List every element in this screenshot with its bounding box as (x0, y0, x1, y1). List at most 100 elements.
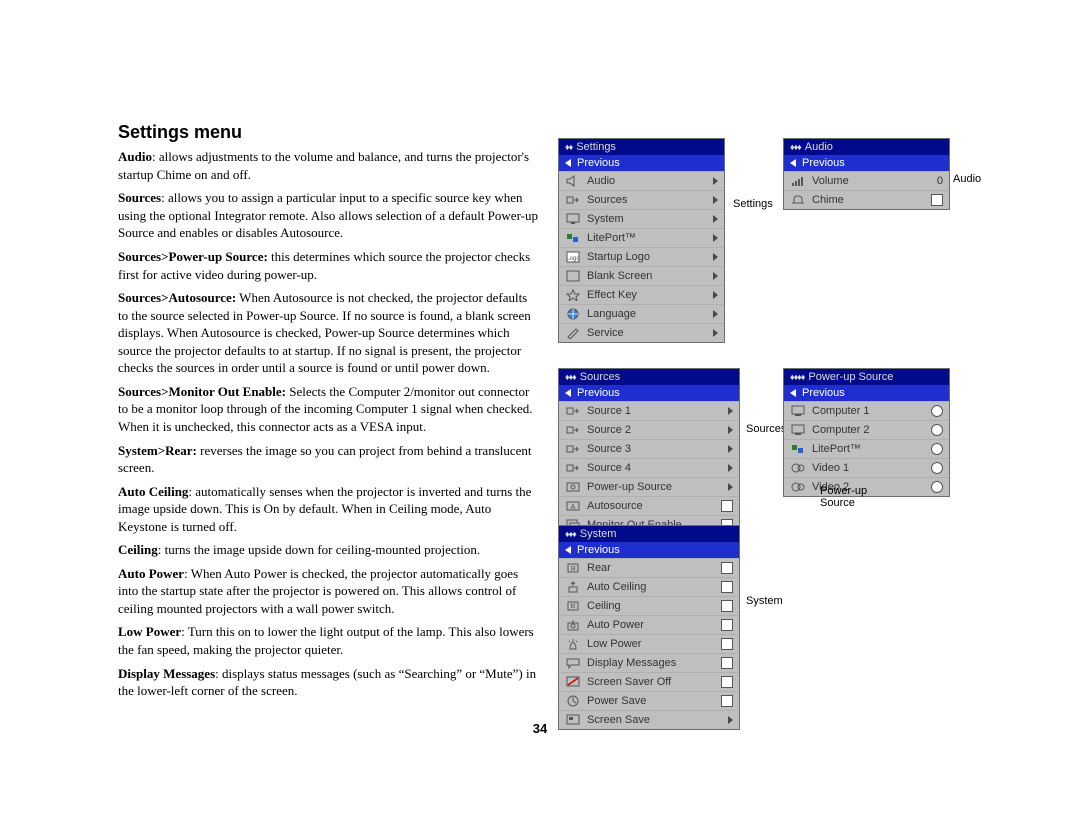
src-icon (565, 461, 581, 475)
menu-item-label: Language (587, 308, 707, 320)
checkbox-icon[interactable] (931, 194, 943, 206)
menu-item[interactable]: Computer 1 (784, 401, 949, 420)
two-column-layout: Settings menu Audio: allows adjustments … (118, 120, 1020, 706)
menu-item[interactable]: Power Save (559, 691, 739, 710)
menu-item-label: Computer 2 (812, 424, 925, 436)
menu-item[interactable]: LitePort™ (784, 439, 949, 458)
back-triangle-icon (565, 546, 571, 554)
menu-item[interactable]: Computer 2 (784, 420, 949, 439)
menu-title-text: Power-up Source (808, 371, 893, 383)
menu-item[interactable]: Service (559, 323, 724, 342)
menu-item[interactable]: Sources (559, 190, 724, 209)
menu-previous-label: Previous (802, 157, 845, 169)
menu-item[interactable]: Source 1 (559, 401, 739, 420)
menu-item[interactable]: Source 3 (559, 439, 739, 458)
menu-previous-row[interactable]: Previous (559, 385, 739, 401)
menu-previous-row[interactable]: Previous (784, 155, 949, 171)
menu-item-label: Chime (812, 194, 925, 206)
menu-item[interactable]: Source 4 (559, 458, 739, 477)
menu-item[interactable]: Power-up Source (559, 477, 739, 496)
radio-icon[interactable] (931, 462, 943, 474)
audio-menu-figure: ♦♦♦AudioPreviousVolume0Chime (783, 138, 950, 210)
menu-item[interactable]: RCeiling (559, 596, 739, 615)
body-paragraph: Sources>Monitor Out Enable: Selects the … (118, 383, 538, 436)
menu-item-label: Volume (812, 175, 931, 187)
checkbox-icon[interactable] (721, 600, 733, 612)
menu-previous-row[interactable]: Previous (784, 385, 949, 401)
figure-caption-settings: Settings (733, 198, 773, 210)
svg-text:R: R (570, 601, 575, 608)
menu-item-label: Blank Screen (587, 270, 707, 282)
system-icon (565, 212, 581, 226)
svg-text:A: A (571, 504, 576, 511)
menu-item-label: Computer 1 (812, 405, 925, 417)
menu-item[interactable]: Audio (559, 171, 724, 190)
paragraph-lead-bold: Auto Power (118, 566, 184, 581)
body-paragraph: System>Rear: reverses the image so you c… (118, 442, 538, 477)
menu-item[interactable]: RRear (559, 558, 739, 577)
star-icon (565, 288, 581, 302)
body-paragraph: Display Messages: displays status messag… (118, 665, 538, 700)
checkbox-icon[interactable] (721, 638, 733, 650)
submenu-arrow-icon (713, 272, 718, 280)
menu-item-label: Display Messages (587, 657, 715, 669)
menu-item-label: Audio (587, 175, 707, 187)
lowpow-icon (565, 637, 581, 651)
submenu-arrow-icon (713, 253, 718, 261)
radio-icon[interactable] (931, 481, 943, 493)
manual-page: Settings menu Audio: allows adjustments … (0, 0, 1080, 834)
menu-item[interactable]: System (559, 209, 724, 228)
radio-icon[interactable] (931, 424, 943, 436)
menu-title-text: Audio (805, 141, 833, 153)
volume-icon (790, 174, 806, 188)
menu-previous-row[interactable]: Previous (559, 542, 739, 558)
checkbox-icon[interactable] (721, 695, 733, 707)
checkbox-icon[interactable] (721, 619, 733, 631)
paragraph-lead-bold: Auto Ceiling (118, 484, 188, 499)
ssoff-icon (565, 675, 581, 689)
body-paragraph: Sources>Autosource: When Autosource is n… (118, 289, 538, 377)
menu-previous-label: Previous (577, 157, 620, 169)
submenu-arrow-icon (713, 291, 718, 299)
menu-item[interactable]: Video 1 (784, 458, 949, 477)
submenu-arrow-icon (713, 234, 718, 242)
menu-item-label: Source 4 (587, 462, 722, 474)
menu-item[interactable]: Auto Power (559, 615, 739, 634)
radio-icon[interactable] (931, 405, 943, 417)
submenu-arrow-icon (713, 196, 718, 204)
menu-item[interactable]: Low Power (559, 634, 739, 653)
paragraph-lead-bold: Sources (118, 190, 161, 205)
menu-level-diamonds: ♦♦♦ (565, 529, 576, 539)
menu-title-bar: ♦♦♦♦Power-up Source (784, 369, 949, 385)
submenu-arrow-icon (728, 464, 733, 472)
menu-item[interactable]: Effect Key (559, 285, 724, 304)
menu-item[interactable]: Chime (784, 190, 949, 209)
checkbox-icon[interactable] (721, 657, 733, 669)
ceiling-icon: R (565, 599, 581, 613)
back-triangle-icon (565, 389, 571, 397)
menu-title-bar: ♦♦♦Sources (559, 369, 739, 385)
menu-previous-row[interactable]: Previous (559, 155, 724, 171)
menu-item[interactable]: Screen Saver Off (559, 672, 739, 691)
menu-item[interactable]: Volume0 (784, 171, 949, 190)
menu-item[interactable]: Display Messages (559, 653, 739, 672)
menu-previous-label: Previous (577, 387, 620, 399)
system-menu-figure: ♦♦♦SystemPreviousRRearAuto CeilingRCeili… (558, 525, 740, 730)
checkbox-icon[interactable] (721, 676, 733, 688)
menu-item[interactable]: LogoStartup Logo (559, 247, 724, 266)
menu-item[interactable]: Auto Ceiling (559, 577, 739, 596)
checkbox-icon[interactable] (721, 500, 733, 512)
submenu-arrow-icon (713, 177, 718, 185)
menu-item[interactable]: LitePort™ (559, 228, 724, 247)
menu-item[interactable]: AAutosource (559, 496, 739, 515)
submenu-arrow-icon (713, 215, 718, 223)
radio-icon[interactable] (931, 443, 943, 455)
blank-icon (565, 269, 581, 283)
menu-item[interactable]: Source 2 (559, 420, 739, 439)
body-paragraph: Auto Power: When Auto Power is checked, … (118, 565, 538, 618)
menu-item[interactable]: Blank Screen (559, 266, 724, 285)
checkbox-icon[interactable] (721, 562, 733, 574)
checkbox-icon[interactable] (721, 581, 733, 593)
menu-item[interactable]: Language (559, 304, 724, 323)
menu-item-label: Rear (587, 562, 715, 574)
